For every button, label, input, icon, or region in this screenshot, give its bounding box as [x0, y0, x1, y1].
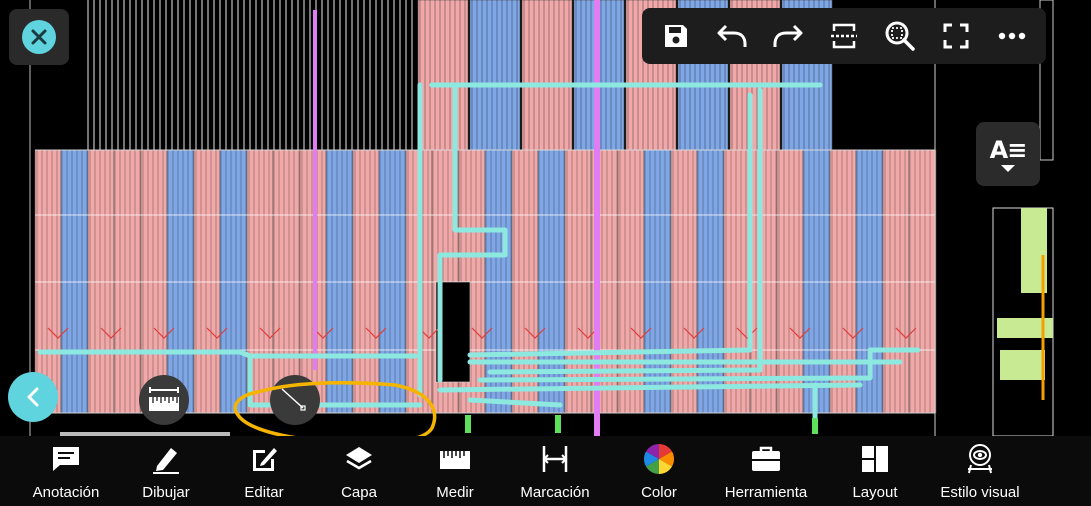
layer-label: Capa: [341, 484, 377, 501]
markup-tab[interactable]: Marcación: [517, 442, 593, 502]
edit-icon: [253, 448, 277, 471]
toolbox-icon: [752, 446, 780, 471]
visual-style-label: Estilo visual: [940, 484, 1020, 501]
pencil-icon: [153, 448, 179, 474]
layout-label: Layout: [852, 484, 898, 501]
chevron-down-icon: [1001, 164, 1015, 172]
tool-label: Herramienta: [724, 484, 808, 501]
more-options-icon: [998, 32, 1026, 40]
panel-block: [643, 149, 672, 414]
panel-block: [908, 149, 937, 414]
annotation-label: Anotación: [32, 484, 100, 501]
ruler-icon: [440, 451, 470, 469]
zoom-fit-button[interactable]: [876, 12, 924, 60]
panel-block: [696, 149, 725, 414]
panel-block: [60, 149, 89, 414]
markup-label: Marcación: [520, 484, 590, 501]
fullscreen-icon: [943, 23, 969, 49]
green-markers: [465, 415, 818, 434]
measure-label: Medir: [436, 484, 474, 501]
layers-icon: [346, 447, 372, 470]
edit-label: Editar: [244, 484, 284, 501]
tool-tab[interactable]: Herramienta: [720, 442, 812, 502]
redo-button[interactable]: [764, 12, 812, 60]
visual-style-tab[interactable]: Estilo visual: [936, 442, 1024, 502]
split-view-icon: [831, 23, 857, 49]
layout-icon: [862, 446, 888, 472]
color-wheel-icon: [643, 444, 675, 474]
panel-block: [325, 149, 354, 414]
chevron-left-icon: [27, 387, 39, 407]
measure-tab[interactable]: Medir: [428, 442, 482, 502]
text-style-icon: A≡: [989, 135, 1028, 164]
top-toolbar: [642, 8, 1046, 64]
collapse-panel-button[interactable]: [8, 372, 58, 422]
angle-tool-button[interactable]: [270, 375, 320, 425]
panel-block: [272, 149, 301, 414]
drawing-canvas[interactable]: A≡: [0, 0, 1091, 436]
measure-tool-button[interactable]: [139, 375, 189, 425]
undo-icon: [717, 24, 747, 47]
annotation-tab[interactable]: Anotación: [30, 442, 102, 502]
layer-tab[interactable]: Capa: [334, 442, 384, 502]
split-view-button[interactable]: [820, 12, 868, 60]
panel-block: [802, 149, 831, 414]
undo-button[interactable]: [708, 12, 756, 60]
comment-icon: [53, 447, 79, 471]
zoom-fit-icon: [885, 21, 915, 51]
close-button[interactable]: [9, 9, 69, 65]
save-button[interactable]: [652, 12, 700, 60]
panel-block: [219, 149, 248, 414]
panel-block: [113, 149, 142, 414]
color-tab[interactable]: Color: [636, 442, 682, 502]
color-label: Color: [641, 484, 677, 501]
text-style-button[interactable]: A≡: [976, 122, 1040, 186]
ruler-measure-icon: [149, 387, 179, 411]
layout-tab[interactable]: Layout: [848, 442, 902, 502]
panel-block: [166, 149, 195, 414]
draw-label: Dibujar: [142, 484, 190, 501]
draw-tab[interactable]: Dibujar: [136, 442, 196, 502]
markup-icon: [542, 446, 568, 472]
cad-drawing[interactable]: [0, 0, 1091, 436]
save-icon: [665, 25, 687, 47]
visual-style-icon: [968, 444, 992, 474]
edit-tab[interactable]: Editar: [237, 442, 291, 502]
fullscreen-button[interactable]: [932, 12, 980, 60]
bottom-toolbar: Anotación Dibujar Editar Capa Medir Marc…: [0, 436, 1091, 506]
angle-icon: [281, 388, 306, 411]
panel-block: [749, 149, 778, 414]
close-icon: [22, 20, 56, 54]
more-options-button[interactable]: [988, 12, 1036, 60]
panel-block: [378, 149, 407, 414]
redo-icon: [773, 24, 803, 47]
